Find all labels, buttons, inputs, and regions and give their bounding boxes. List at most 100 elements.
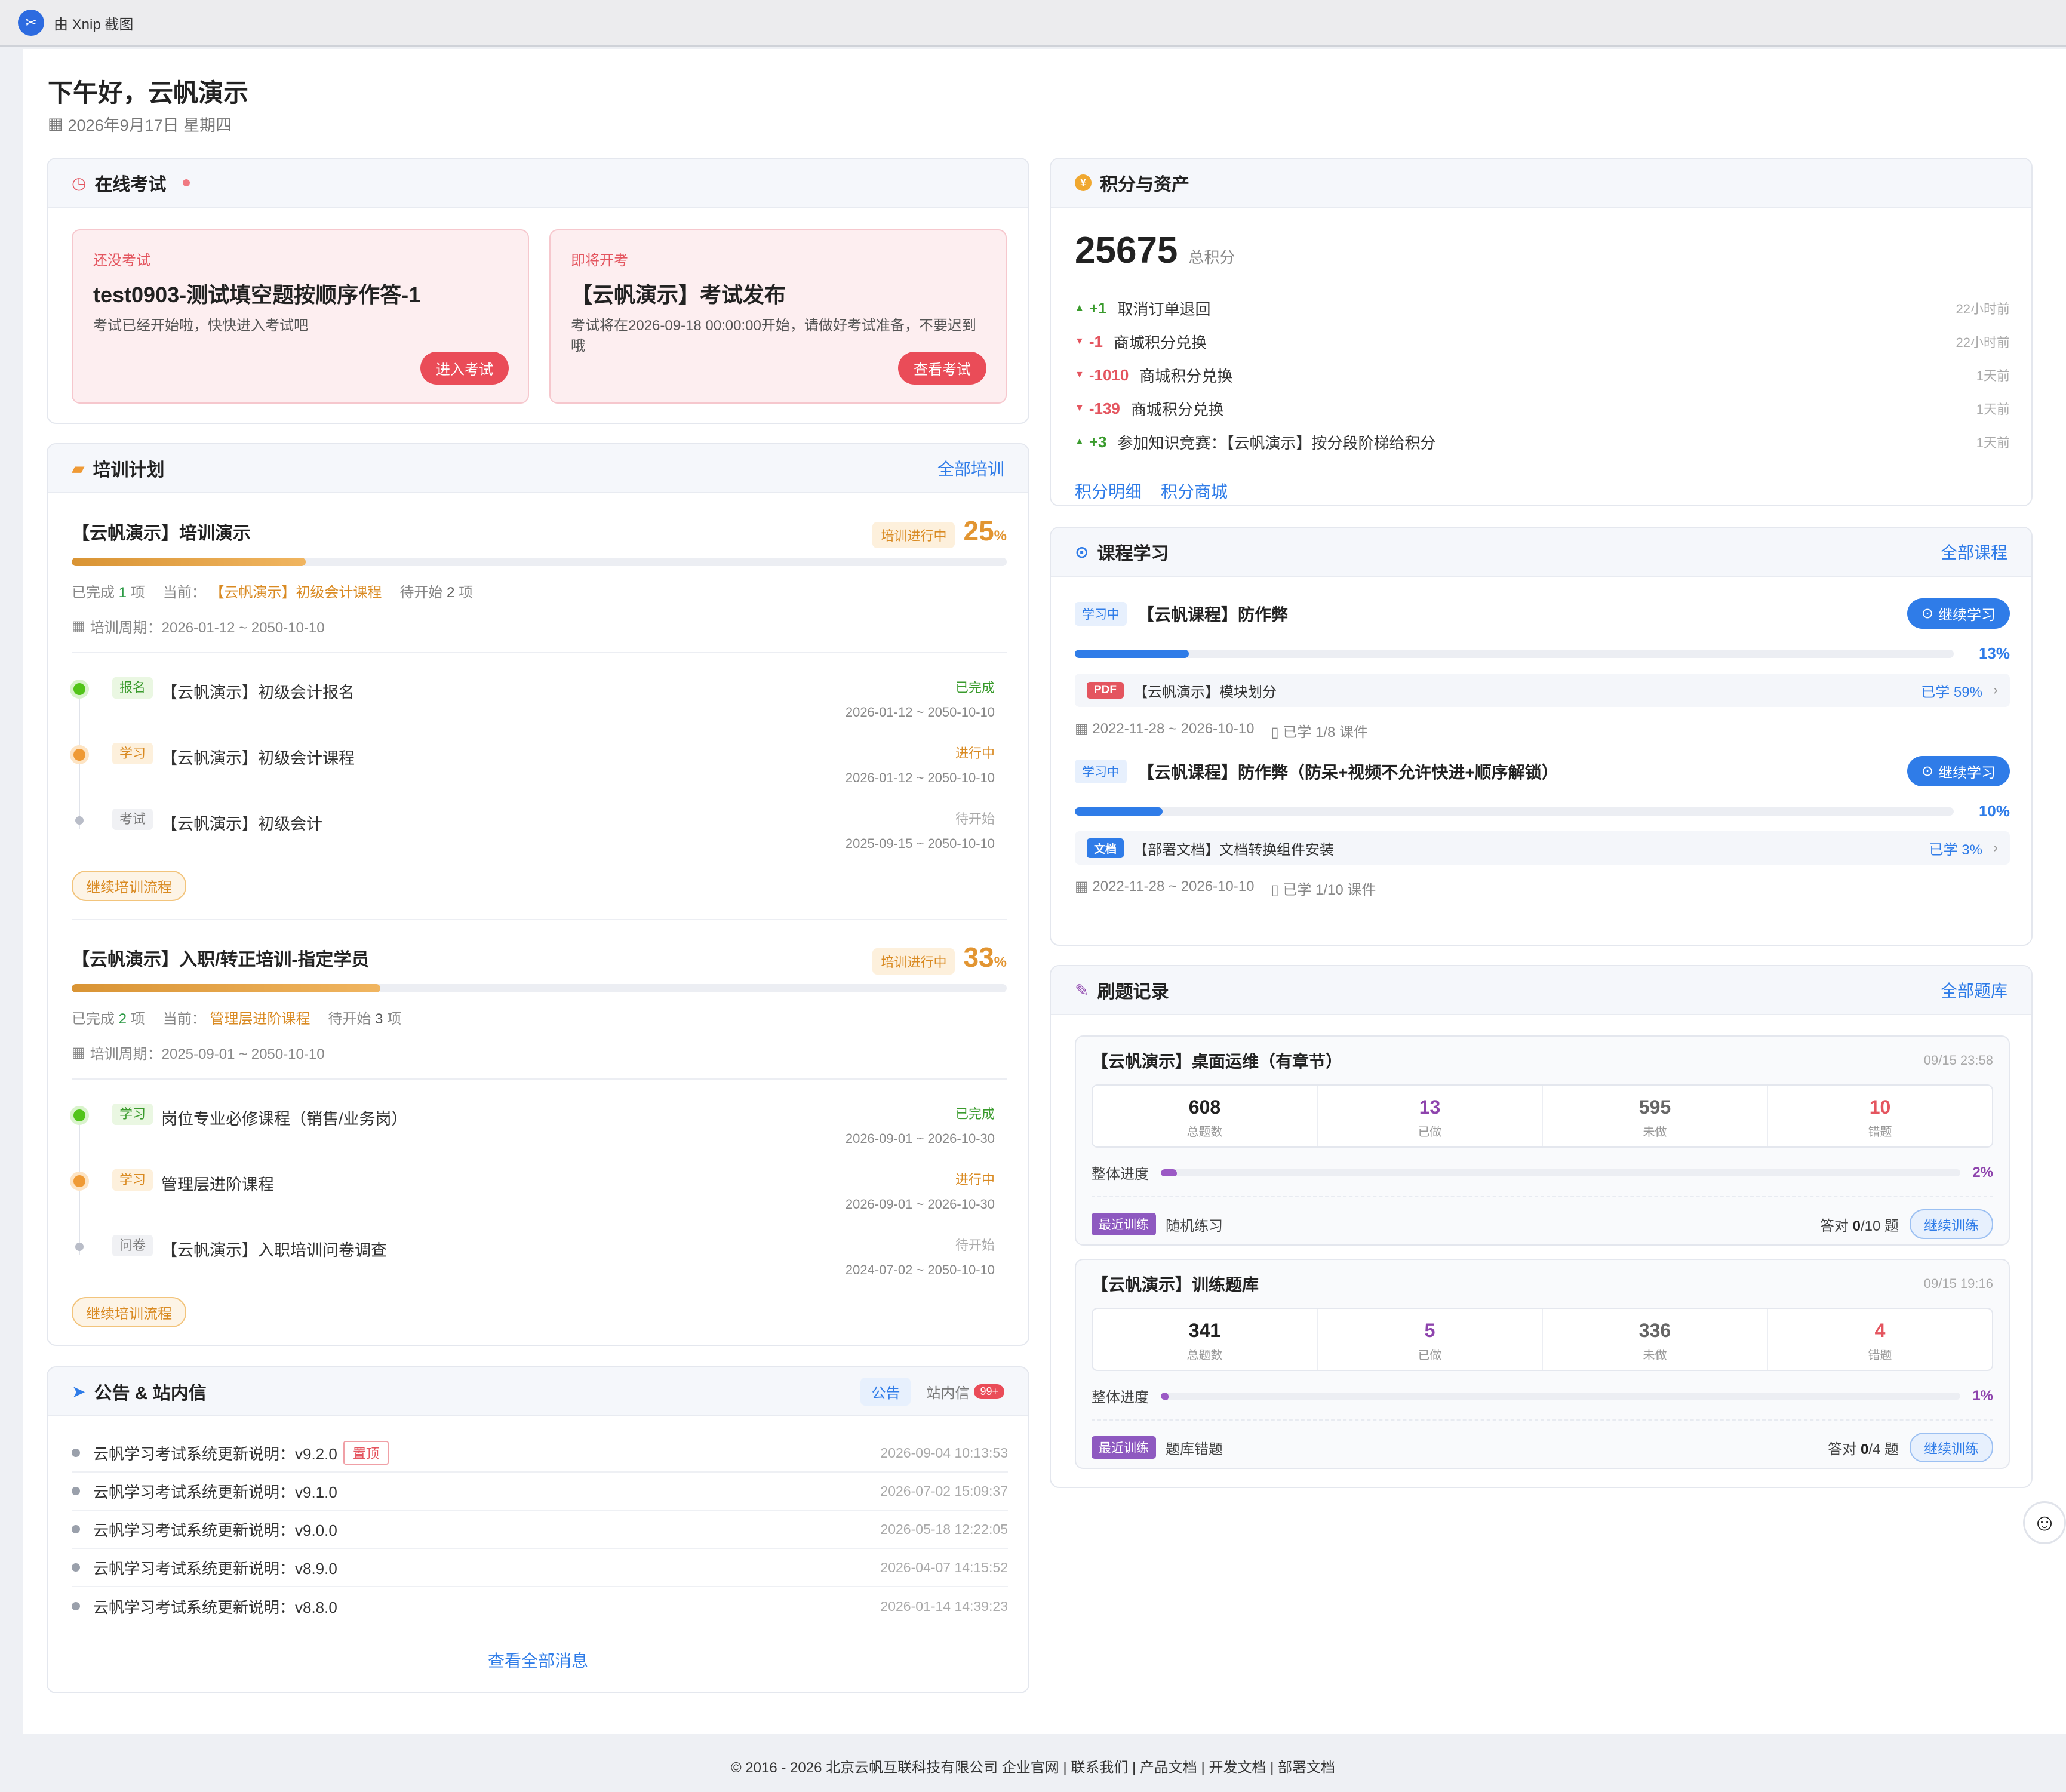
question-bank-name[interactable]: 【云帆演示】训练题库 <box>1092 1272 1259 1296</box>
course-name[interactable]: 【云帆课程】防作弊（防呆+视频不允许快进+顺序解锁） <box>1137 760 1558 783</box>
exam-desc: 考试已经开始啦，快快进入考试吧 <box>93 318 308 334</box>
view-all-messages-link[interactable]: 查看全部消息 <box>48 1648 1028 1672</box>
announcement-title: 公告 & 站内信 <box>94 1384 207 1403</box>
plan-step[interactable]: 考试 【云帆演示】初级会计 待开始 2025-09-15 ~ 2050-10-10 <box>72 803 1007 868</box>
continue-learning-button[interactable]: ⊙ 继续学习 <box>1907 756 2010 786</box>
practice-stats: 608 总题数 13 已做 595 未做 10 错题 <box>1092 1084 1993 1148</box>
plan-progress-bar <box>72 558 1007 566</box>
stat-undone: 595 未做 <box>1543 1086 1768 1146</box>
continue-practice-button[interactable]: 继续训练 <box>1910 1433 1993 1462</box>
stat-done: 13 已做 <box>1318 1086 1543 1146</box>
practice-percent: 2% <box>1972 1164 1993 1181</box>
pinned-badge: 置顶 <box>343 1441 389 1465</box>
recent-training-mode: 随机练习 <box>1166 1218 1223 1234</box>
assistant-avatar-icon[interactable]: ☺ <box>2023 1501 2066 1544</box>
course-name[interactable]: 【云帆课程】防作弊 <box>1137 602 1288 626</box>
step-done-dot <box>73 683 85 695</box>
clock-icon: ◷ <box>72 173 87 192</box>
lesson-progress: 已学 59% <box>1921 684 1982 700</box>
practice-progress-bar <box>1161 1169 1961 1176</box>
step-type-tag: 考试 <box>112 809 153 830</box>
continue-learning-button[interactable]: ⊙ 继续学习 <box>1907 598 2010 629</box>
step-pending-dot <box>75 816 84 825</box>
plan-name[interactable]: 【云帆演示】入职/转正培训-指定学员 <box>72 945 369 971</box>
points-mall-link[interactable]: 积分商城 <box>1161 479 1228 503</box>
bullet-icon <box>72 1602 80 1610</box>
announcement-time: 2026-07-02 15:09:37 <box>880 1483 1008 1499</box>
step-type-tag: 问卷 <box>112 1235 153 1256</box>
announcement-item[interactable]: 云帆学习考试系统更新说明：v9.2.0 置顶 2026-09-04 10:13:… <box>72 1434 1008 1473</box>
question-bank-name[interactable]: 【云帆演示】桌面运维（有章节） <box>1092 1049 1342 1072</box>
course-card: ⊙ 课程学习 全部课程 学习中 【云帆课程】防作弊 ⊙ 继续学习 13% PDF … <box>1050 527 2033 946</box>
step-dates: 2026-01-12 ~ 2050-10-10 <box>845 770 995 785</box>
dashboard-page: 下午好，云帆演示 ▦ 2026年9月17日 星期四 ◷ 在线考试 还没考试 te… <box>23 49 2066 1734</box>
file-icon: ▯ <box>1271 882 1279 898</box>
bullet-icon <box>72 1563 80 1572</box>
exam-status: 还没考试 <box>93 253 150 269</box>
all-training-link[interactable]: 全部培训 <box>937 456 1004 480</box>
tab-announcements[interactable]: 公告 <box>860 1377 911 1406</box>
step-type-tag: 学习 <box>112 743 153 764</box>
plan-name[interactable]: 【云帆演示】培训演示 <box>72 518 251 545</box>
practice-card-header: ✎ 刷题记录 全部题库 <box>1051 966 2031 1015</box>
plan-step[interactable]: 报名 【云帆演示】初级会计报名 已完成 2026-01-12 ~ 2050-10-… <box>72 671 1007 737</box>
continue-training-button[interactable]: 继续培训流程 <box>72 871 186 901</box>
pencil-icon: ✎ <box>1075 980 1089 1000</box>
step-type-tag: 报名 <box>112 677 153 699</box>
exam-name: 【云帆演示】考试发布 <box>571 282 786 307</box>
plan-step[interactable]: 学习 岗位专业必修课程（销售/业务岗） 已完成 2026-09-01 ~ 2026… <box>72 1098 1007 1163</box>
step-dates: 2026-09-01 ~ 2026-10-30 <box>845 1197 995 1212</box>
continue-practice-button[interactable]: 继续训练 <box>1910 1209 1993 1239</box>
course-status-badge: 学习中 <box>1075 759 1127 783</box>
arrow-down-icon: ▼ <box>1075 336 1084 346</box>
points-record: ▼ -139 商城积分兑换 1天前 <box>1075 399 2010 419</box>
step-type-tag: 学习 <box>112 1169 153 1191</box>
practice-time: 09/15 19:16 <box>1923 1276 1993 1291</box>
all-question-banks-link[interactable]: 全部题库 <box>1941 978 2007 1002</box>
continue-training-button[interactable]: 继续培训流程 <box>72 1297 186 1327</box>
lesson-name: 【部署文档】文档转换组件安装 <box>1133 841 1335 858</box>
course-card-header: ⊙ 课程学习 全部课程 <box>1051 528 2031 577</box>
points-detail-link[interactable]: 积分明细 <box>1075 479 1142 503</box>
chevron-right-icon: › <box>1993 840 1998 856</box>
greeting-title: 下午好，云帆演示 <box>48 79 249 107</box>
announcement-item[interactable]: 云帆学习考试系统更新说明：v9.0.0 2026-05-18 12:22:05 <box>72 1511 1008 1549</box>
plan-status-badge: 培训进行中 <box>872 948 955 975</box>
plan-step[interactable]: 问卷 【云帆演示】入职培训问卷调查 待开始 2024-07-02 ~ 2050-1… <box>72 1229 1007 1295</box>
step-status: 待开始 <box>955 1238 995 1253</box>
current-date: ▦ 2026年9月17日 星期四 <box>48 112 232 136</box>
step-active-dot <box>73 1175 85 1187</box>
plan-steps: 学习 岗位专业必修课程（销售/业务岗） 已完成 2026-09-01 ~ 2026… <box>72 1098 1007 1295</box>
coin-icon: ¥ <box>1075 174 1092 191</box>
step-name: 【云帆演示】初级会计课程 <box>161 749 355 767</box>
lesson-row[interactable]: PDF 【云帆演示】模块划分 已学 59% › <box>1075 674 2010 707</box>
step-status: 已完成 <box>955 680 995 695</box>
step-dates: 2024-07-02 ~ 2050-10-10 <box>845 1262 995 1277</box>
plan-step[interactable]: 学习 【云帆演示】初级会计课程 进行中 2026-01-12 ~ 2050-10-… <box>72 737 1007 803</box>
plan-current-step[interactable]: 【云帆演示】初级会计课程 <box>210 585 382 601</box>
step-name: 【云帆演示】初级会计 <box>161 815 323 833</box>
practice-card: ✎ 刷题记录 全部题库 【云帆演示】桌面运维（有章节） 09/15 23:58 … <box>1050 965 2033 1488</box>
plan-current-step[interactable]: 管理层进阶课程 <box>210 1011 310 1027</box>
plan-step[interactable]: 学习 管理层进阶课程 进行中 2026-09-01 ~ 2026-10-30 <box>72 1163 1007 1229</box>
correct-count: 答对 0/10 题 <box>1819 1218 1899 1234</box>
date-text: 2026年9月17日 星期四 <box>67 116 232 134</box>
unread-count-badge: 99+ <box>974 1384 1004 1399</box>
lesson-row[interactable]: 文档 【部署文档】文档转换组件安装 已学 3% › <box>1075 831 2010 865</box>
points-record: ▲ +3 参加知识竞赛：【云帆演示】按分段阶梯给积分 1天前 <box>1075 432 2010 452</box>
enter-exam-button[interactable]: 进入考试 <box>420 352 509 385</box>
announcement-text: 云帆学习考试系统更新说明：v8.8.0 <box>93 1598 337 1616</box>
plan-status-badge: 培训进行中 <box>872 522 955 548</box>
plan-progress-fill <box>72 558 306 566</box>
tab-messages[interactable]: 站内信 99+ <box>926 1381 1004 1402</box>
practice-time: 09/15 23:58 <box>1923 1053 1993 1068</box>
all-courses-link[interactable]: 全部课程 <box>1941 540 2007 564</box>
plan-progress-bar <box>72 984 1007 992</box>
announcement-item[interactable]: 云帆学习考试系统更新说明：v8.9.0 2026-04-07 14:15:52 <box>72 1549 1008 1587</box>
step-dates: 2026-09-01 ~ 2026-10-30 <box>845 1131 995 1146</box>
plan-meta: 已完成 1 项 当前： 【云帆演示】初级会计课程 待开始 2 项 <box>72 585 474 601</box>
announcement-item[interactable]: 云帆学习考试系统更新说明：v9.1.0 2026-07-02 15:09:37 <box>72 1473 1008 1511</box>
announcement-item[interactable]: 云帆学习考试系统更新说明：v8.8.0 2026-01-14 14:39:23 <box>72 1587 1008 1625</box>
view-exam-button[interactable]: 查看考试 <box>898 352 986 385</box>
divider <box>72 919 1007 920</box>
